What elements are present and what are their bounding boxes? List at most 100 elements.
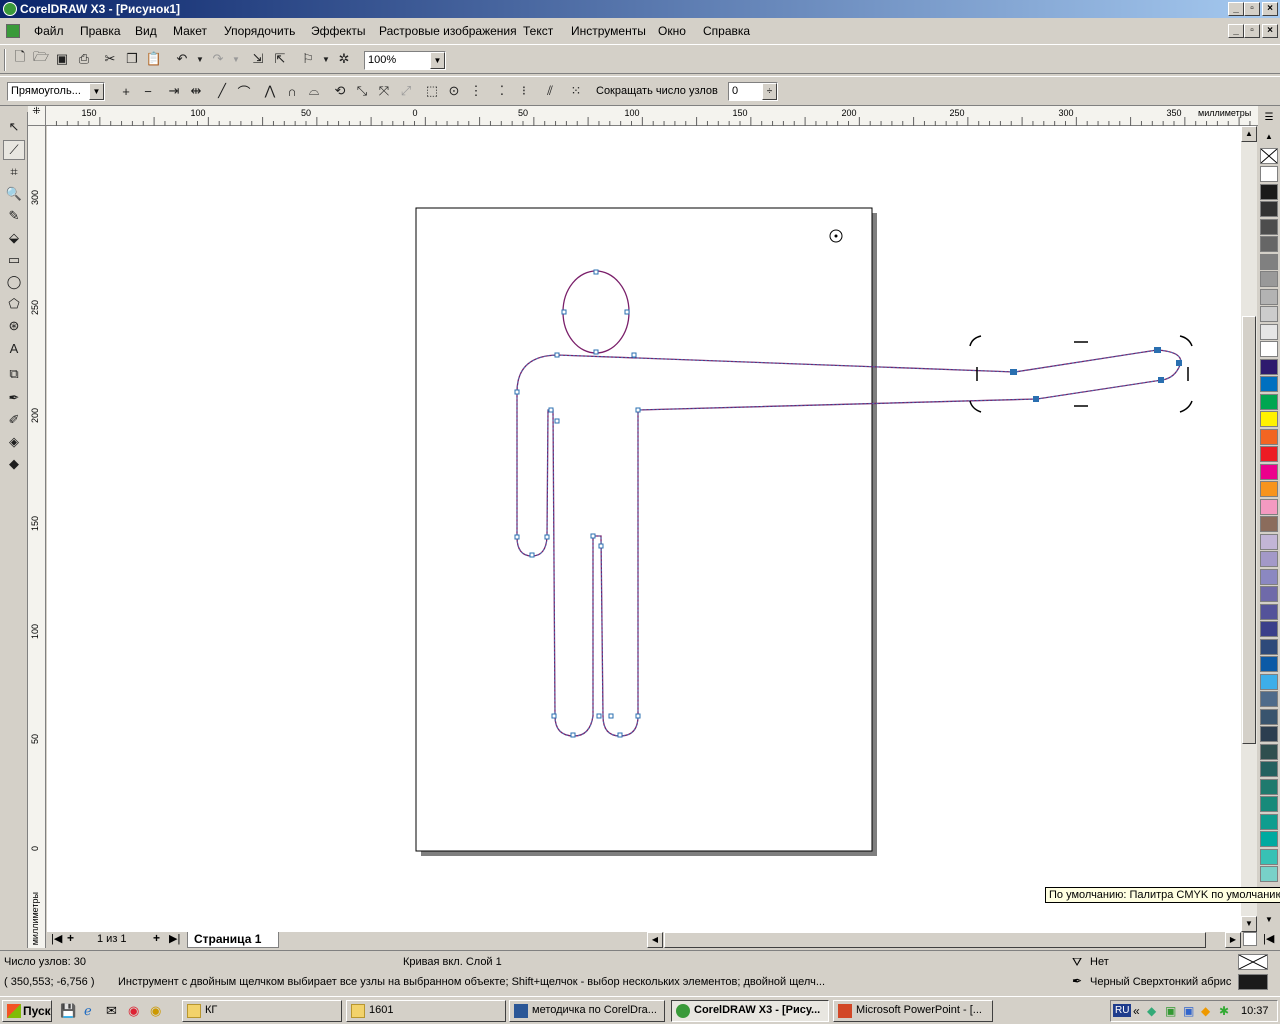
color-swatch[interactable] <box>1260 796 1278 812</box>
zoom-select[interactable]: 100% ▼ <box>364 51 446 70</box>
document-icon[interactable] <box>6 24 20 38</box>
rotate-handle-tr-icon[interactable] <box>1179 335 1193 347</box>
selected-node[interactable] <box>1176 360 1182 366</box>
freehand-tool-icon[interactable]: ✎ <box>3 206 25 226</box>
rotate-handle-br-icon[interactable] <box>1179 400 1193 413</box>
tray-display-icon[interactable]: ▣ <box>1183 1004 1194 1018</box>
outlook-quicklaunch-icon[interactable]: ✉ <box>106 1003 117 1019</box>
ellipse-tool-icon[interactable]: ◯ <box>3 272 25 292</box>
tray-app-icon[interactable]: ✱ <box>1219 1004 1229 1018</box>
welcome-screen-icon[interactable]: ✲ <box>334 49 354 69</box>
color-swatch[interactable] <box>1260 603 1278 620</box>
smooth-node-icon[interactable]: ∩ <box>282 81 302 101</box>
rotate-handle-bl-icon[interactable] <box>969 400 982 413</box>
language-indicator[interactable]: RU <box>1113 1004 1132 1017</box>
tray-antivirus-icon[interactable]: ◆ <box>1147 1004 1156 1018</box>
pick-tool-icon[interactable]: ↖ <box>3 117 25 137</box>
maximize-button[interactable]: ▫ <box>1244 2 1260 16</box>
color-swatch[interactable] <box>1260 393 1278 410</box>
horizontal-scroll-thumb[interactable] <box>664 932 1206 948</box>
selected-node[interactable] <box>1154 347 1161 353</box>
color-swatch[interactable] <box>1260 516 1278 532</box>
add-page-after-icon[interactable]: + <box>153 931 160 945</box>
task-word-doc[interactable]: методичка по CorelDra... <box>509 1000 665 1022</box>
menu-tools[interactable]: Инструменты <box>571 24 646 38</box>
node[interactable] <box>598 543 604 549</box>
mirror-horizontal-icon[interactable]: ⋮ <box>466 81 486 101</box>
color-swatch[interactable] <box>1260 691 1278 707</box>
node[interactable] <box>570 732 576 738</box>
selection-mode-select[interactable]: Прямоуголь... ▼ <box>7 82 105 101</box>
copy-icon[interactable]: ❐ <box>122 49 142 69</box>
chrome-quicklaunch-icon[interactable]: ◉ <box>128 1003 139 1019</box>
no-color-swatch[interactable] <box>1260 148 1278 164</box>
menu-view[interactable]: Вид <box>135 24 157 38</box>
node[interactable] <box>635 407 641 413</box>
stretch-nodes-icon[interactable]: ⤢ <box>396 81 416 101</box>
color-swatch[interactable] <box>1260 813 1278 830</box>
print-icon[interactable]: ⎙ <box>74 49 94 69</box>
chevron-down-icon[interactable]: ▼ <box>430 52 445 69</box>
import-icon[interactable]: ⇲ <box>248 49 268 69</box>
save-icon[interactable]: ▣ <box>52 49 72 69</box>
node[interactable] <box>617 732 623 738</box>
open-icon[interactable]: 🗁 <box>31 49 51 69</box>
fill-tool-icon[interactable]: ◈ <box>3 432 25 452</box>
color-swatch[interactable] <box>1260 358 1278 375</box>
tray-expand-icon[interactable]: « <box>1133 1004 1140 1018</box>
color-swatch[interactable] <box>1260 586 1278 602</box>
selected-node[interactable] <box>1010 369 1017 375</box>
node[interactable] <box>608 713 614 719</box>
elastic-mode-icon[interactable]: ⁝ <box>514 81 534 101</box>
ruler-origin-icon[interactable]: ⁜ <box>28 106 46 126</box>
node[interactable] <box>624 309 630 315</box>
color-swatch[interactable] <box>1260 376 1278 392</box>
drawing-canvas[interactable] <box>47 126 1241 932</box>
doc-restore-button[interactable]: ▫ <box>1244 24 1260 38</box>
start-button[interactable]: Пуск <box>2 1000 52 1022</box>
smart-fill-tool-icon[interactable]: ⬙ <box>3 228 25 248</box>
reduce-nodes-input[interactable]: 0 ÷ <box>728 82 778 101</box>
color-swatch[interactable] <box>1260 341 1278 357</box>
basic-shapes-tool-icon[interactable]: ⊛ <box>3 316 25 336</box>
ie-quicklaunch-icon[interactable]: ℯ <box>84 1003 92 1019</box>
node[interactable] <box>561 309 567 315</box>
last-page-icon[interactable]: ▶| <box>169 932 180 945</box>
node[interactable] <box>593 269 599 275</box>
color-swatch[interactable] <box>1260 218 1278 235</box>
color-swatch[interactable] <box>1260 848 1278 865</box>
color-swatch[interactable] <box>1260 726 1278 742</box>
node[interactable] <box>514 389 520 395</box>
rotate-nodes-icon[interactable]: ⬚ <box>422 81 442 101</box>
outline-swatch[interactable] <box>1238 974 1268 990</box>
color-swatch[interactable] <box>1260 271 1278 287</box>
cusp-node-icon[interactable]: ⋀ <box>260 81 280 101</box>
export-icon[interactable]: ⇱ <box>270 49 290 69</box>
eyedropper-tool-icon[interactable]: ✒ <box>3 388 25 408</box>
menu-file[interactable]: Файл <box>34 24 64 38</box>
cut-icon[interactable]: ✂ <box>100 49 120 69</box>
selected-node[interactable] <box>1158 377 1164 383</box>
color-swatch[interactable] <box>1260 411 1278 427</box>
redo-dropdown-icon[interactable]: ▼ <box>226 49 246 69</box>
save-quicklaunch-icon[interactable]: 💾 <box>60 1003 76 1019</box>
vertical-scrollbar[interactable]: ▲ ▼ <box>1241 126 1257 932</box>
menu-effects[interactable]: Эффекты <box>311 24 366 38</box>
first-page-icon[interactable]: |◀ <box>51 932 62 945</box>
add-node-icon[interactable]: + <box>116 81 136 101</box>
to-curve-icon[interactable]: ⌒ <box>234 81 254 101</box>
node[interactable] <box>593 349 599 355</box>
task-1601-folder[interactable]: 1601 <box>346 1000 506 1022</box>
scroll-up-icon[interactable]: ▲ <box>1241 126 1257 142</box>
selected-node[interactable] <box>1033 396 1039 402</box>
rotate-handle-tl-icon[interactable] <box>969 335 982 347</box>
node[interactable] <box>590 533 596 539</box>
align-nodes-icon[interactable]: ⊙ <box>444 81 464 101</box>
coreldraw-app-icon[interactable] <box>3 2 17 16</box>
menu-arrange[interactable]: Упорядочить <box>224 24 295 38</box>
launcher-dropdown-icon[interactable]: ▼ <box>316 49 336 69</box>
select-all-nodes-icon[interactable]: ⁙ <box>566 81 586 101</box>
media-quicklaunch-icon[interactable]: ◉ <box>150 1003 161 1019</box>
spinner-icon[interactable]: ÷ <box>762 83 777 100</box>
delete-node-icon[interactable]: − <box>138 81 158 101</box>
